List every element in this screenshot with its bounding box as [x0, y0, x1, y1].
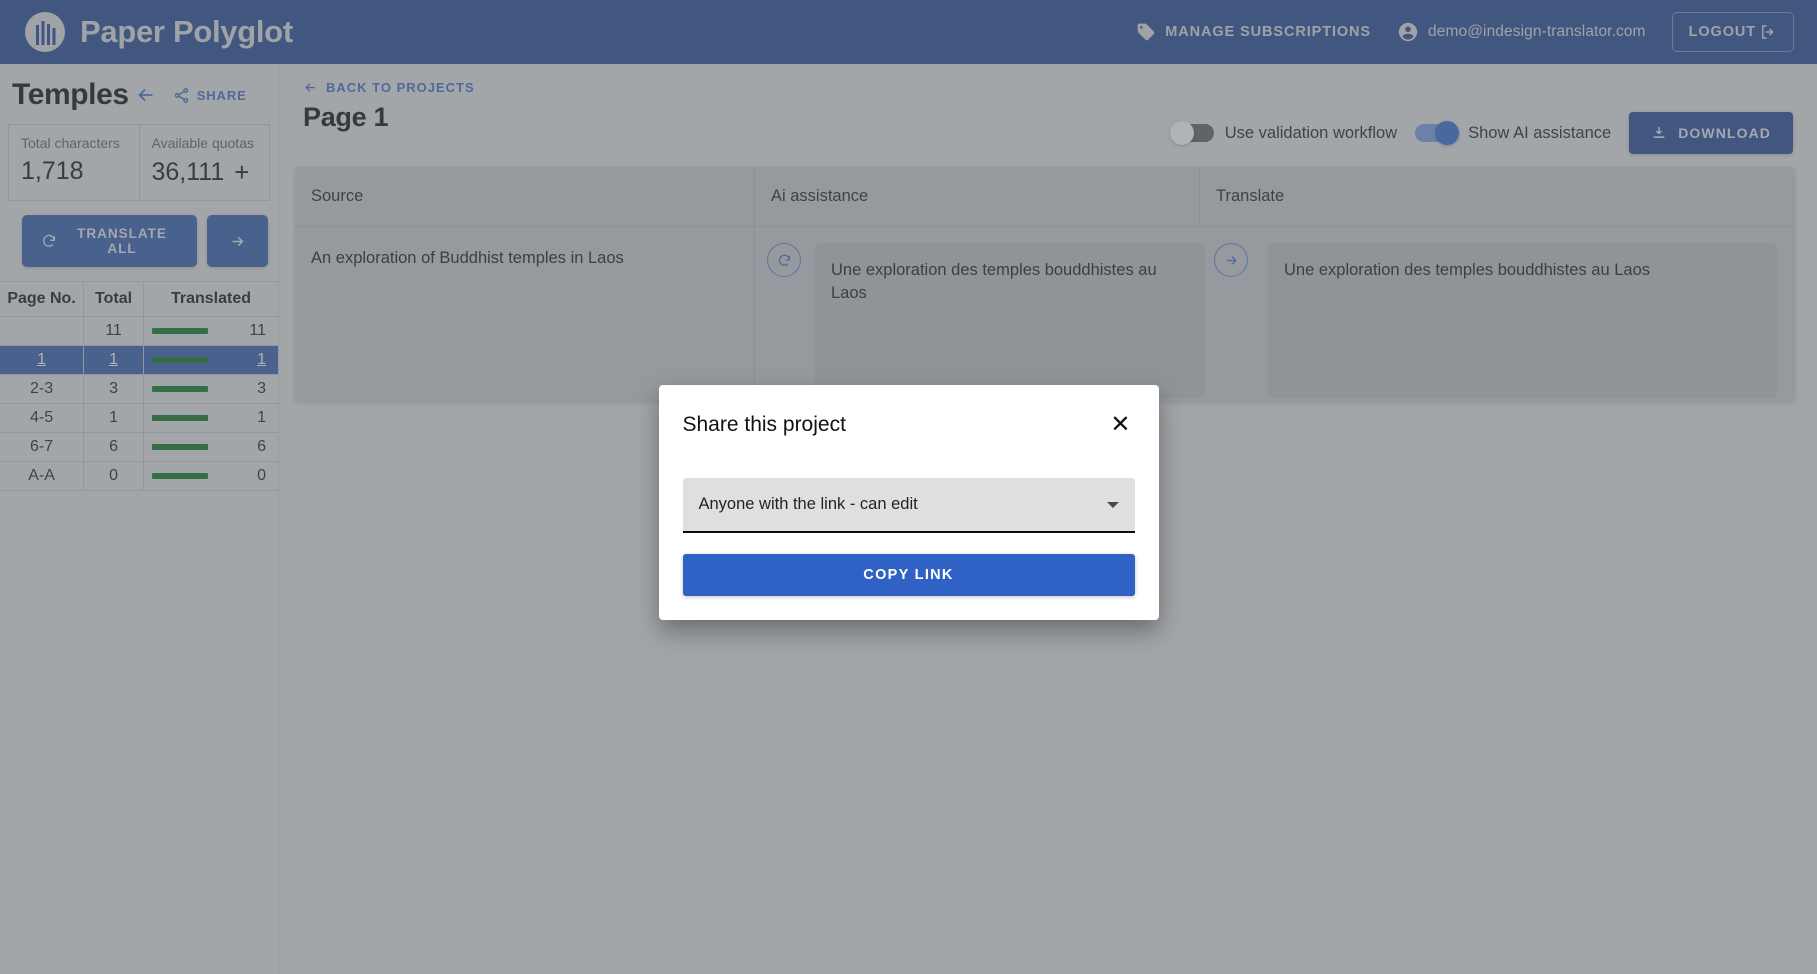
app-root: Paper Polyglot MANAGE SUBSCRIPTIONS demo… [0, 0, 1817, 974]
share-modal-header: Share this project ✕ [683, 411, 1135, 439]
close-icon[interactable]: ✕ [1106, 411, 1134, 439]
chevron-down-icon [1106, 501, 1119, 508]
share-modal-layer: Share this project ✕ Anyone with the lin… [0, 0, 1817, 974]
share-modal: Share this project ✕ Anyone with the lin… [658, 385, 1159, 620]
copy-link-button[interactable]: COPY LINK [682, 554, 1135, 596]
permission-select-value: Anyone with the link - can edit [698, 495, 918, 513]
permission-select[interactable]: Anyone with the link - can edit [682, 478, 1135, 533]
share-modal-title: Share this project [682, 413, 846, 436]
